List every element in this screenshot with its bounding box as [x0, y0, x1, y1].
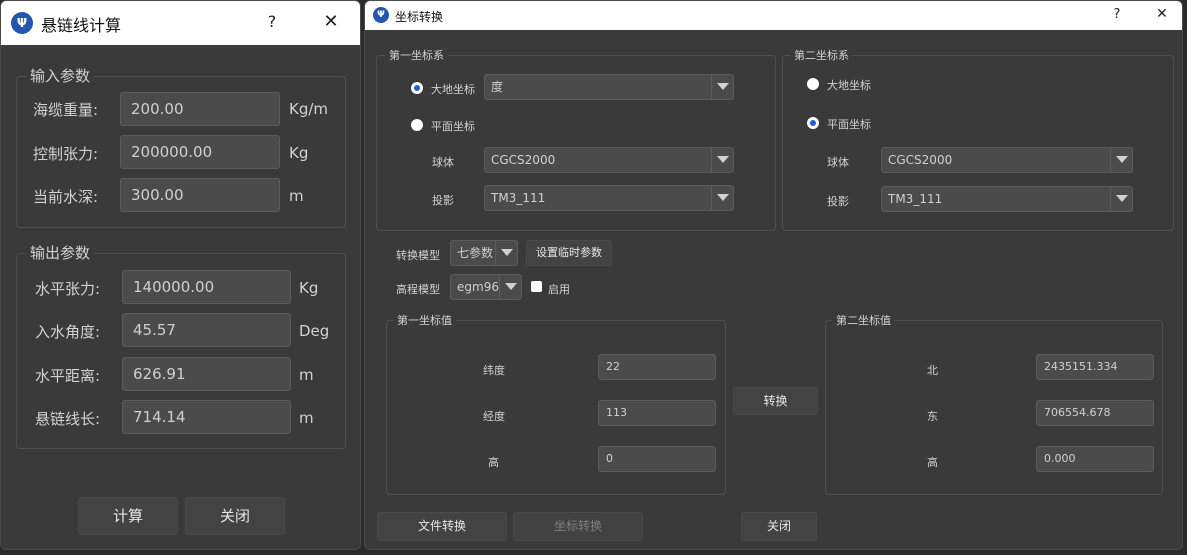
set-temp-params-button[interactable]: 设置临时参数: [526, 240, 612, 266]
window-title: 悬链线计算: [41, 16, 122, 35]
cable-weight-label: 海缆重量:: [33, 101, 99, 119]
height-model-select[interactable]: egm96: [450, 274, 522, 300]
second-ellipsoid-value: CGCS2000: [888, 153, 953, 167]
horizontal-tension-value: 140000.00: [122, 270, 291, 304]
height-label: 高: [488, 456, 499, 469]
enable-label: 启用: [548, 283, 570, 296]
longitude-input[interactable]: 113: [598, 400, 716, 426]
first-coord-values-title: 第一坐标值: [393, 312, 456, 328]
window-title: 坐标转换: [395, 10, 444, 24]
first-coord-system-title: 第一坐标系: [385, 47, 448, 63]
control-tension-label: 控制张力:: [33, 145, 99, 163]
close-button[interactable]: ✕: [1151, 6, 1173, 22]
east-value: 706554.678: [1036, 400, 1154, 426]
cable-weight-unit: Kg/m: [289, 100, 329, 118]
north-value: 2435151.334: [1036, 354, 1154, 380]
second-plane-radio[interactable]: [807, 117, 819, 129]
chevron-down-icon: [1110, 148, 1132, 172]
close-dialog-button[interactable]: 关闭: [741, 512, 817, 541]
first-geodetic-unit-select[interactable]: 度: [484, 74, 734, 100]
enable-checkbox[interactable]: [531, 281, 542, 292]
catenary-length-unit: m: [299, 409, 314, 427]
water-depth-input[interactable]: 300.00: [120, 178, 280, 212]
entry-angle-value: 45.57: [122, 313, 291, 347]
first-plane-radio[interactable]: [411, 119, 423, 131]
first-geodetic-radio[interactable]: [411, 82, 423, 94]
app-logo-icon: Ψ: [373, 7, 389, 23]
height-model-label: 高程模型: [396, 283, 440, 296]
entry-angle-unit: Deg: [299, 322, 330, 340]
height-input[interactable]: 0: [598, 446, 716, 472]
first-ellipsoid-select[interactable]: CGCS2000: [484, 147, 734, 173]
coord-transform-window: Ψ 坐标转换 ? ✕ 第一坐标系 大地坐标 度 平面坐标 球体 CGCS2000…: [364, 0, 1183, 550]
horizontal-tension-label: 水平张力:: [35, 280, 101, 298]
first-geodetic-label: 大地坐标: [431, 83, 475, 96]
north-label: 北: [927, 364, 938, 377]
first-projection-value: TM3_111: [491, 191, 546, 205]
help-button[interactable]: ?: [1106, 7, 1128, 22]
latitude-label: 纬度: [483, 364, 505, 377]
second-projection-select[interactable]: TM3_111: [881, 186, 1133, 212]
second-projection-label: 投影: [827, 195, 849, 208]
title-bar[interactable]: Ψ 悬链线计算 ? ✕: [1, 1, 360, 45]
catenary-window: Ψ 悬链线计算 ? ✕ 输入参数 海缆重量: 200.00 Kg/m 控制张力:…: [0, 0, 361, 550]
first-plane-label: 平面坐标: [431, 120, 475, 133]
first-projection-select[interactable]: TM3_111: [484, 185, 734, 211]
chevron-down-icon: [1110, 187, 1132, 211]
first-ellipsoid-label: 球体: [432, 156, 454, 169]
control-tension-input[interactable]: 200000.00: [120, 135, 280, 169]
longitude-label: 经度: [483, 410, 505, 423]
app-logo-icon: Ψ: [11, 12, 33, 34]
transform-model-label: 转换模型: [396, 249, 440, 262]
second-ellipsoid-select[interactable]: CGCS2000: [881, 147, 1133, 173]
title-bar[interactable]: Ψ 坐标转换 ? ✕: [365, 1, 1182, 30]
catenary-length-value: 714.14: [122, 400, 291, 434]
catenary-length-label: 悬链线长:: [35, 410, 101, 428]
second-projection-value: TM3_111: [888, 192, 943, 206]
close-button[interactable]: ✕: [317, 11, 345, 32]
water-depth-label: 当前水深:: [33, 188, 99, 206]
transform-model-value: 七参数: [457, 246, 494, 260]
transform-model-select[interactable]: 七参数: [450, 240, 518, 266]
convert-button[interactable]: 转换: [733, 387, 818, 415]
control-tension-unit: Kg: [289, 144, 309, 162]
second-coord-system-title: 第二坐标系: [790, 47, 853, 63]
horizontal-tension-unit: Kg: [299, 279, 319, 297]
latitude-input[interactable]: 22: [598, 354, 716, 380]
second-geodetic-label: 大地坐标: [827, 79, 871, 92]
horizontal-distance-unit: m: [299, 366, 314, 384]
first-geodetic-unit-value: 度: [491, 80, 504, 94]
first-projection-label: 投影: [432, 194, 454, 207]
second-geodetic-radio[interactable]: [807, 78, 819, 90]
close-dialog-button[interactable]: 关闭: [185, 497, 285, 535]
height-model-value: egm96: [457, 280, 499, 294]
first-ellipsoid-value: CGCS2000: [491, 153, 556, 167]
calculate-button[interactable]: 计算: [78, 497, 178, 535]
output-params-title: 输出参数: [26, 242, 95, 263]
help-button[interactable]: ?: [259, 12, 285, 31]
height-out-value: 0.000: [1036, 446, 1154, 472]
chevron-down-icon: [711, 148, 733, 172]
second-ellipsoid-label: 球体: [827, 156, 849, 169]
file-convert-button[interactable]: 文件转换: [377, 512, 507, 541]
input-params-title: 输入参数: [26, 65, 95, 86]
chevron-down-icon: [711, 75, 733, 99]
coord-convert-button[interactable]: 坐标转换: [513, 512, 643, 541]
water-depth-unit: m: [289, 187, 304, 205]
entry-angle-label: 入水角度:: [35, 323, 101, 341]
chevron-down-icon: [711, 186, 733, 210]
chevron-down-icon: [499, 275, 521, 299]
height-out-label: 高: [927, 456, 938, 469]
cable-weight-input[interactable]: 200.00: [120, 92, 280, 126]
chevron-down-icon: [495, 241, 517, 265]
second-plane-label: 平面坐标: [827, 118, 871, 131]
horizontal-distance-value: 626.91: [122, 357, 291, 391]
east-label: 东: [927, 410, 938, 423]
horizontal-distance-label: 水平距离:: [35, 367, 101, 385]
second-coord-values-title: 第二坐标值: [832, 312, 895, 328]
